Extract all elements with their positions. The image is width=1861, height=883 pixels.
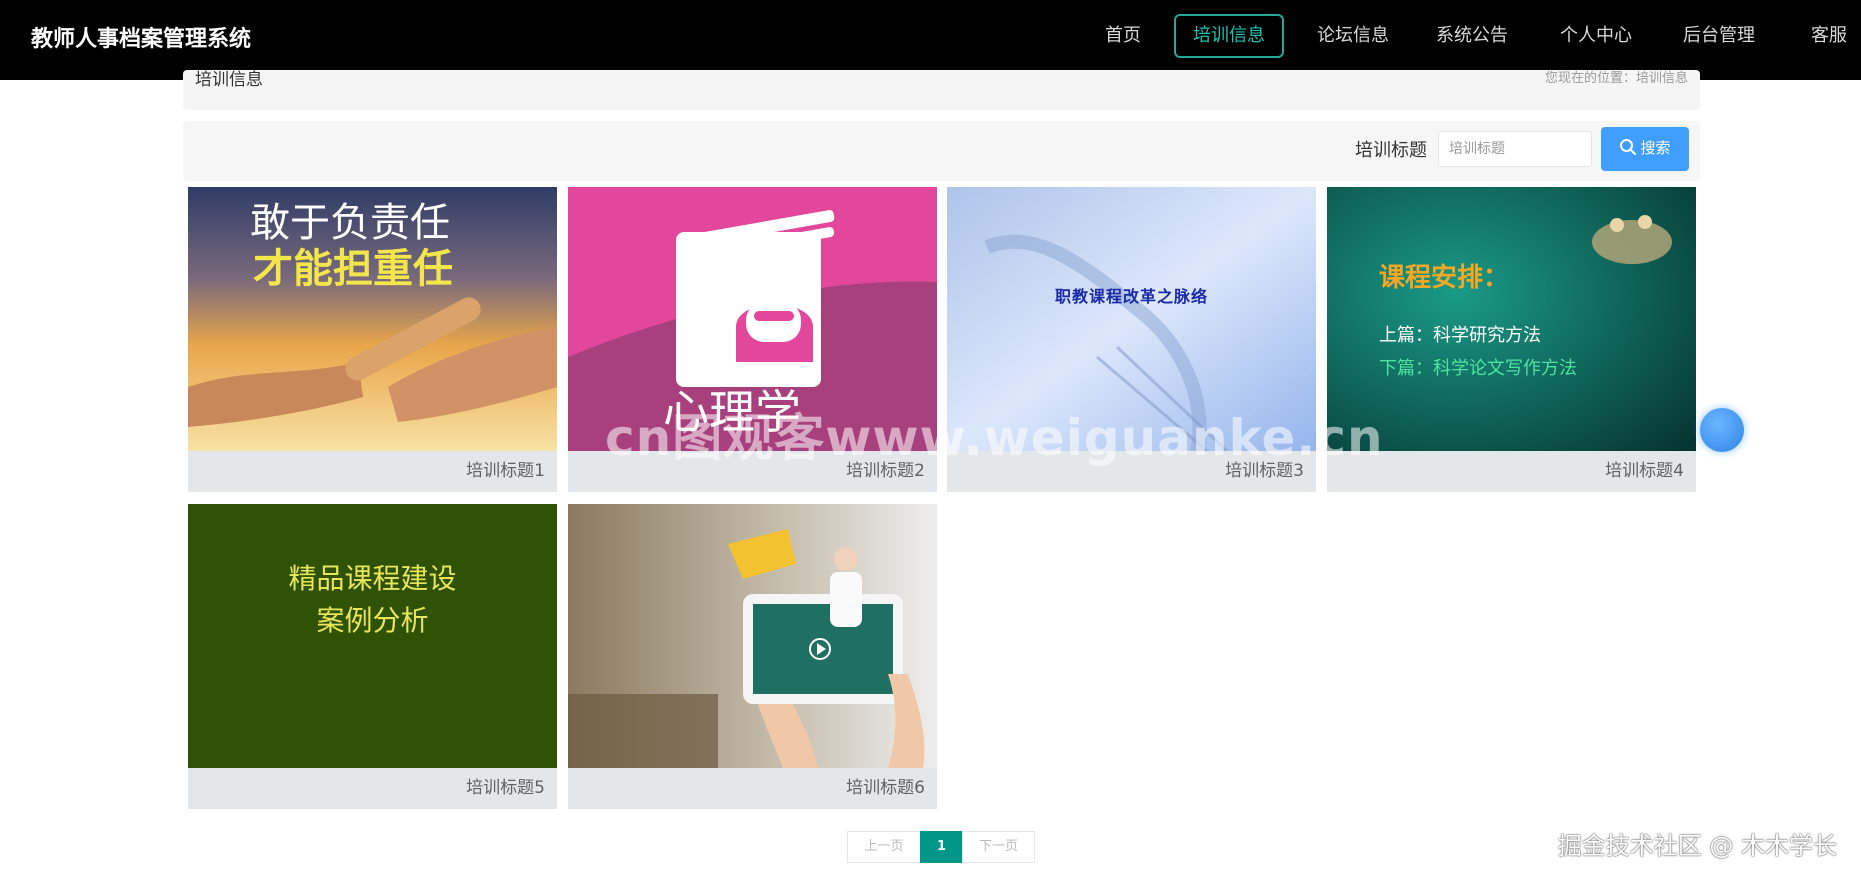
training-card[interactable]: 精品课程建设 案例分析 培训标题5	[188, 504, 557, 809]
app-title: 教师人事档案管理系统	[31, 27, 252, 52]
image-text-line: 敢于负责任	[250, 200, 450, 246]
footer-watermark: 掘金技术社区 @ 木木学长	[1557, 832, 1837, 860]
image-text-line: 下篇：科学论文写作方法	[1379, 358, 1577, 379]
image-text-line: 精品课程建设	[288, 562, 457, 595]
location-text: 您现在的位置：培训信息	[1544, 71, 1688, 86]
training-title[interactable]: 培训标题1	[466, 459, 545, 483]
nav-support[interactable]: 客服	[1804, 14, 1854, 58]
top-navbar: 教师人事档案管理系统 首页 培训信息 论坛信息 系统公告 个人中心 后台管理 客…	[0, 0, 1861, 80]
training-image[interactable]	[568, 504, 937, 768]
nav-training[interactable]: 培训信息	[1174, 14, 1284, 58]
page-title: 培训信息	[195, 70, 263, 90]
search-button[interactable]: 搜索	[1601, 127, 1689, 171]
search-icon	[1620, 139, 1637, 156]
training-image[interactable]: 精品课程建设 案例分析	[188, 504, 557, 768]
nav-profile[interactable]: 个人中心	[1551, 14, 1641, 58]
prev-page-button[interactable]: 上一页	[847, 831, 921, 863]
training-card[interactable]: 敢于负责任 才能担重任 培训标题1	[188, 187, 557, 492]
training-title[interactable]: 培训标题5	[466, 776, 545, 800]
nav-home[interactable]: 首页	[1097, 14, 1149, 58]
training-image[interactable]: 敢于负责任 才能担重任	[188, 187, 557, 451]
image-text-line: 上篇：科学研究方法	[1379, 325, 1541, 346]
watermark-text: cn图观客www.weiguanke.cn	[605, 409, 1384, 467]
training-title[interactable]: 培训标题4	[1605, 459, 1684, 483]
image-text-line: 才能担重任	[253, 246, 453, 292]
search-input[interactable]	[1438, 131, 1592, 167]
nav-notices[interactable]: 系统公告	[1427, 14, 1517, 58]
image-text-line: 案例分析	[316, 604, 429, 637]
next-page-button[interactable]: 下一页	[962, 831, 1035, 863]
breadcrumb: 培训信息 您现在的位置：培训信息	[183, 70, 1700, 110]
search-bar: 培训标题 搜索	[183, 121, 1700, 181]
search-label: 培训标题	[1355, 140, 1427, 161]
image-text-line: 职教课程改革之脉络	[1054, 287, 1208, 306]
page-1-button[interactable]: 1	[920, 831, 963, 863]
nav-forum[interactable]: 论坛信息	[1308, 14, 1398, 58]
training-card[interactable]: 培训标题6	[568, 504, 937, 809]
nav-admin[interactable]: 后台管理	[1674, 14, 1764, 58]
search-button-label: 搜索	[1640, 140, 1671, 157]
image-text-line: 课程安排：	[1379, 263, 1510, 293]
floating-assistant-button[interactable]	[1700, 408, 1744, 452]
training-title[interactable]: 培训标题6	[846, 776, 925, 800]
